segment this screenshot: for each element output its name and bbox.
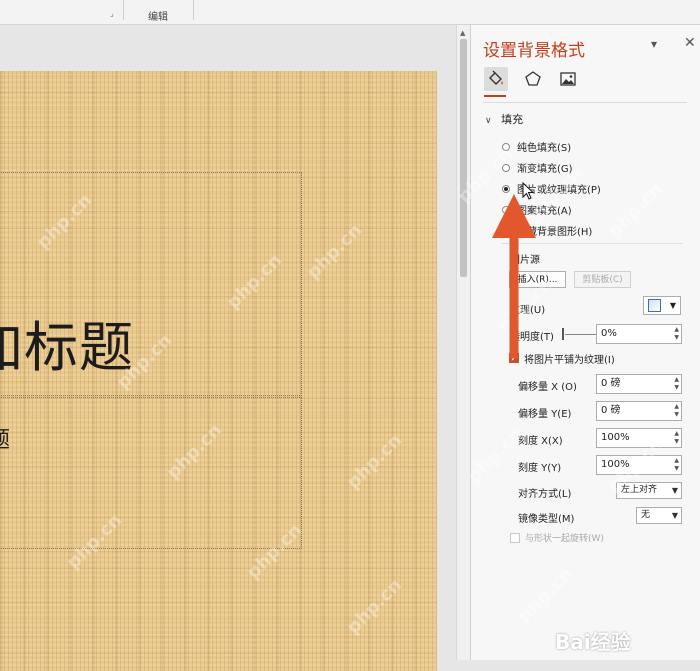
picture-icon (560, 72, 576, 86)
pane-divider (483, 102, 687, 103)
radio-button[interactable] (502, 163, 510, 172)
spinner-arrows-icon[interactable]: ▲ ▼ (674, 430, 679, 446)
scale-x-input[interactable]: 100% ▲ ▼ (596, 428, 682, 448)
texture-dropdown[interactable]: ▼ (643, 296, 681, 315)
chevron-down-icon: ▼ (671, 486, 678, 495)
mirror-type-value: 无 (641, 510, 651, 520)
scale-x-label: 刻度 X(X) (518, 436, 563, 447)
clipboard-button[interactable]: 剪贴板(C) (574, 271, 631, 288)
pane-title: 设置背景格式 (483, 41, 585, 61)
alignment-select[interactable]: 左上对齐 ▼ (616, 482, 682, 499)
scale-y-label: 刻度 Y(Y) (518, 463, 562, 474)
title-placeholder[interactable]: 加标题 (0, 172, 302, 396)
slide-canvas[interactable]: 加标题 题 php.cn php.cn php.cn php.cn php.cn… (0, 71, 437, 671)
radio-label: 渐变填充(G) (517, 164, 573, 175)
watermark-text: php.cn (342, 429, 407, 494)
ribbon-separator (193, 0, 194, 20)
offset-y-value: 0 磅 (601, 405, 621, 416)
mouse-cursor-icon (522, 182, 534, 200)
spinner-arrows-icon[interactable]: ▲ ▼ (674, 376, 679, 392)
annotation-arrow-icon (492, 194, 536, 358)
watermark-text: php.cn (342, 574, 407, 639)
slide-title: 加标题 (0, 316, 134, 379)
subtitle-placeholder[interactable] (0, 397, 302, 549)
slide-subtitle: 题 (0, 422, 10, 454)
transparency-input[interactable]: 0% ▲ ▼ (596, 324, 682, 344)
spinner-arrows-icon[interactable]: ▲ ▼ (674, 326, 679, 342)
scale-y-value: 100% (601, 459, 630, 470)
offset-y-input[interactable]: 0 磅 ▲ ▼ (596, 401, 682, 421)
radio-gradient-fill[interactable]: 渐变填充(G) (502, 160, 573, 175)
slide-scrollbar[interactable]: ▲ (456, 25, 471, 660)
offset-x-value: 0 磅 (601, 378, 621, 389)
tab-picture[interactable] (556, 67, 580, 91)
baidu-watermark: Bai经验 (555, 630, 631, 654)
texture-preview-icon (648, 299, 661, 312)
watermark-text: php.cn (603, 178, 668, 243)
radio-solid-fill[interactable]: 纯色填充(S) (502, 139, 571, 154)
scale-x-value: 100% (601, 432, 630, 443)
ribbon-bar: ⌟ 编辑 (0, 0, 700, 25)
watermark-text: php.cn (302, 219, 367, 284)
scale-y-input[interactable]: 100% ▲ ▼ (596, 455, 682, 475)
rotate-with-shape-label: 与形状一起旋转(W) (525, 534, 604, 544)
pentagon-icon (525, 71, 541, 86)
tab-fill[interactable] (484, 67, 508, 91)
mirror-type-label: 镜像类型(M) (518, 514, 575, 525)
scroll-up-icon[interactable]: ▲ (460, 29, 465, 37)
radio-button[interactable] (502, 142, 510, 151)
offset-x-label: 偏移量 X (O) (518, 382, 577, 393)
rotate-with-shape-checkbox[interactable] (510, 533, 520, 543)
transparency-slider-thumb[interactable] (562, 328, 564, 340)
alignment-label: 对齐方式(L) (518, 489, 572, 500)
slide-workspace: 加标题 题 php.cn php.cn php.cn php.cn php.cn… (0, 25, 456, 671)
scrollbar-thumb[interactable] (460, 39, 467, 277)
fill-section-header[interactable]: ∨ 填充 (485, 111, 523, 127)
alignment-value: 左上对齐 (621, 485, 658, 495)
transparency-slider-track[interactable] (565, 334, 599, 335)
section-label: 填充 (501, 113, 524, 126)
transparency-value: 0% (601, 328, 617, 339)
watermark-text: php.cn (513, 563, 578, 628)
ribbon-group-label: 编辑 (148, 12, 168, 23)
pane-options-icon[interactable]: ▾ (651, 37, 657, 51)
close-icon[interactable]: ✕ (684, 35, 696, 51)
offset-y-label: 偏移量 Y(E) (518, 409, 572, 420)
ribbon-separator (123, 0, 124, 20)
chevron-down-icon: ∨ (485, 116, 492, 126)
radio-label: 纯色填充(S) (517, 143, 572, 154)
active-tab-indicator (484, 95, 506, 97)
chevron-down-icon: ▼ (669, 301, 676, 310)
paint-bucket-icon (489, 70, 503, 85)
mirror-type-select[interactable]: 无 ▼ (636, 507, 682, 524)
chevron-down-icon: ▼ (671, 511, 678, 520)
spinner-arrows-icon[interactable]: ▲ ▼ (674, 403, 679, 419)
spinner-arrows-icon[interactable]: ▲ ▼ (674, 457, 679, 473)
offset-x-input[interactable]: 0 磅 ▲ ▼ (596, 374, 682, 394)
tab-effects[interactable] (521, 67, 545, 91)
group-expander-icon[interactable]: ⌟ (110, 9, 114, 18)
